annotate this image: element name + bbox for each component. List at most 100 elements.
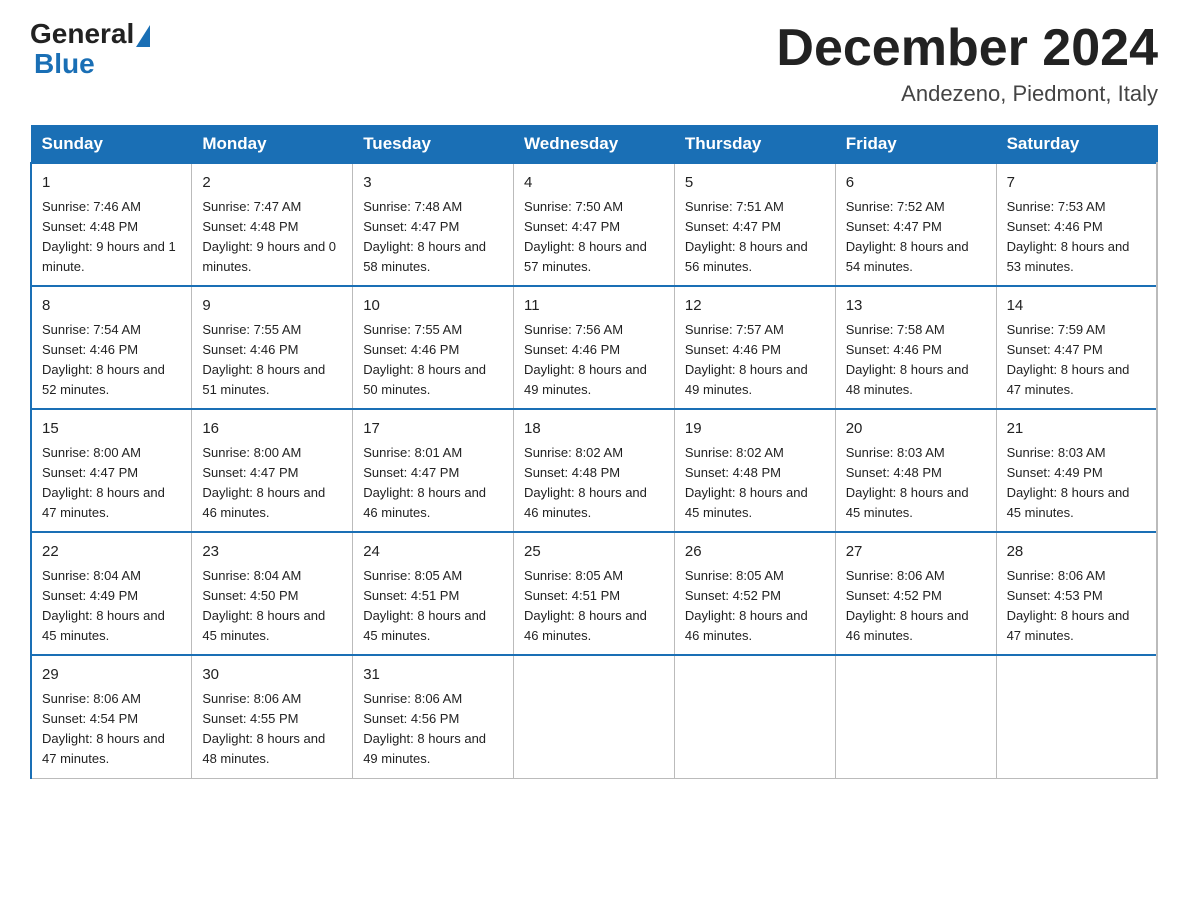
day-number: 23 — [202, 541, 342, 564]
weekday-header-saturday: Saturday — [996, 126, 1157, 164]
day-cell: 5Sunrise: 7:51 AMSunset: 4:47 PMDaylight… — [674, 163, 835, 286]
day-number: 13 — [846, 295, 986, 318]
day-cell: 9Sunrise: 7:55 AMSunset: 4:46 PMDaylight… — [192, 286, 353, 409]
day-cell — [835, 655, 996, 778]
logo-general-text: General — [30, 20, 134, 48]
day-cell: 11Sunrise: 7:56 AMSunset: 4:46 PMDayligh… — [514, 286, 675, 409]
header: General Blue December 2024 Andezeno, Pie… — [30, 20, 1158, 107]
day-cell — [514, 655, 675, 778]
weekday-header-tuesday: Tuesday — [353, 126, 514, 164]
day-info: Sunrise: 7:56 AMSunset: 4:46 PMDaylight:… — [524, 320, 664, 401]
day-number: 4 — [524, 172, 664, 195]
weekday-header-monday: Monday — [192, 126, 353, 164]
calendar-table: SundayMondayTuesdayWednesdayThursdayFrid… — [30, 125, 1158, 778]
day-info: Sunrise: 7:58 AMSunset: 4:46 PMDaylight:… — [846, 320, 986, 401]
month-title: December 2024 — [776, 20, 1158, 77]
day-cell: 29Sunrise: 8:06 AMSunset: 4:54 PMDayligh… — [31, 655, 192, 778]
day-number: 10 — [363, 295, 503, 318]
logo-triangle-icon — [136, 25, 150, 47]
day-cell: 28Sunrise: 8:06 AMSunset: 4:53 PMDayligh… — [996, 532, 1157, 655]
day-cell: 16Sunrise: 8:00 AMSunset: 4:47 PMDayligh… — [192, 409, 353, 532]
day-info: Sunrise: 8:05 AMSunset: 4:51 PMDaylight:… — [363, 566, 503, 647]
logo: General — [30, 20, 152, 48]
day-cell — [996, 655, 1157, 778]
day-cell: 31Sunrise: 8:06 AMSunset: 4:56 PMDayligh… — [353, 655, 514, 778]
day-number: 6 — [846, 172, 986, 195]
day-number: 16 — [202, 418, 342, 441]
week-row-5: 29Sunrise: 8:06 AMSunset: 4:54 PMDayligh… — [31, 655, 1157, 778]
day-info: Sunrise: 8:06 AMSunset: 4:55 PMDaylight:… — [202, 689, 342, 770]
day-cell: 13Sunrise: 7:58 AMSunset: 4:46 PMDayligh… — [835, 286, 996, 409]
day-info: Sunrise: 8:05 AMSunset: 4:51 PMDaylight:… — [524, 566, 664, 647]
day-cell: 8Sunrise: 7:54 AMSunset: 4:46 PMDaylight… — [31, 286, 192, 409]
day-number: 24 — [363, 541, 503, 564]
day-cell: 30Sunrise: 8:06 AMSunset: 4:55 PMDayligh… — [192, 655, 353, 778]
logo-area: General Blue — [30, 20, 152, 80]
day-info: Sunrise: 8:04 AMSunset: 4:49 PMDaylight:… — [42, 566, 181, 647]
weekday-header-sunday: Sunday — [31, 126, 192, 164]
location: Andezeno, Piedmont, Italy — [776, 81, 1158, 107]
day-number: 21 — [1007, 418, 1146, 441]
day-cell: 7Sunrise: 7:53 AMSunset: 4:46 PMDaylight… — [996, 163, 1157, 286]
day-number: 28 — [1007, 541, 1146, 564]
page: General Blue December 2024 Andezeno, Pie… — [0, 0, 1188, 799]
logo-blue-text: Blue — [34, 48, 95, 79]
day-number: 2 — [202, 172, 342, 195]
week-row-2: 8Sunrise: 7:54 AMSunset: 4:46 PMDaylight… — [31, 286, 1157, 409]
day-info: Sunrise: 7:53 AMSunset: 4:46 PMDaylight:… — [1007, 197, 1146, 278]
day-number: 30 — [202, 664, 342, 687]
day-cell: 1Sunrise: 7:46 AMSunset: 4:48 PMDaylight… — [31, 163, 192, 286]
day-cell: 21Sunrise: 8:03 AMSunset: 4:49 PMDayligh… — [996, 409, 1157, 532]
day-info: Sunrise: 8:06 AMSunset: 4:54 PMDaylight:… — [42, 689, 181, 770]
day-cell: 20Sunrise: 8:03 AMSunset: 4:48 PMDayligh… — [835, 409, 996, 532]
day-number: 12 — [685, 295, 825, 318]
day-info: Sunrise: 7:51 AMSunset: 4:47 PMDaylight:… — [685, 197, 825, 278]
weekday-header-friday: Friday — [835, 126, 996, 164]
title-area: December 2024 Andezeno, Piedmont, Italy — [776, 20, 1158, 107]
day-number: 15 — [42, 418, 181, 441]
week-row-4: 22Sunrise: 8:04 AMSunset: 4:49 PMDayligh… — [31, 532, 1157, 655]
day-number: 7 — [1007, 172, 1146, 195]
day-info: Sunrise: 7:59 AMSunset: 4:47 PMDaylight:… — [1007, 320, 1146, 401]
day-number: 22 — [42, 541, 181, 564]
day-info: Sunrise: 8:00 AMSunset: 4:47 PMDaylight:… — [42, 443, 181, 524]
week-row-1: 1Sunrise: 7:46 AMSunset: 4:48 PMDaylight… — [31, 163, 1157, 286]
day-cell: 14Sunrise: 7:59 AMSunset: 4:47 PMDayligh… — [996, 286, 1157, 409]
day-info: Sunrise: 8:06 AMSunset: 4:56 PMDaylight:… — [363, 689, 503, 770]
day-cell: 4Sunrise: 7:50 AMSunset: 4:47 PMDaylight… — [514, 163, 675, 286]
day-cell: 26Sunrise: 8:05 AMSunset: 4:52 PMDayligh… — [674, 532, 835, 655]
day-number: 3 — [363, 172, 503, 195]
day-info: Sunrise: 7:57 AMSunset: 4:46 PMDaylight:… — [685, 320, 825, 401]
day-number: 1 — [42, 172, 181, 195]
day-info: Sunrise: 8:03 AMSunset: 4:49 PMDaylight:… — [1007, 443, 1146, 524]
day-cell — [674, 655, 835, 778]
weekday-header-wednesday: Wednesday — [514, 126, 675, 164]
day-number: 5 — [685, 172, 825, 195]
day-info: Sunrise: 7:52 AMSunset: 4:47 PMDaylight:… — [846, 197, 986, 278]
day-info: Sunrise: 7:46 AMSunset: 4:48 PMDaylight:… — [42, 197, 181, 278]
day-number: 25 — [524, 541, 664, 564]
day-cell: 18Sunrise: 8:02 AMSunset: 4:48 PMDayligh… — [514, 409, 675, 532]
day-number: 18 — [524, 418, 664, 441]
day-cell: 6Sunrise: 7:52 AMSunset: 4:47 PMDaylight… — [835, 163, 996, 286]
day-cell: 23Sunrise: 8:04 AMSunset: 4:50 PMDayligh… — [192, 532, 353, 655]
weekday-header-thursday: Thursday — [674, 126, 835, 164]
day-number: 19 — [685, 418, 825, 441]
day-cell: 22Sunrise: 8:04 AMSunset: 4:49 PMDayligh… — [31, 532, 192, 655]
day-info: Sunrise: 8:00 AMSunset: 4:47 PMDaylight:… — [202, 443, 342, 524]
day-info: Sunrise: 7:54 AMSunset: 4:46 PMDaylight:… — [42, 320, 181, 401]
day-number: 20 — [846, 418, 986, 441]
day-cell: 2Sunrise: 7:47 AMSunset: 4:48 PMDaylight… — [192, 163, 353, 286]
week-row-3: 15Sunrise: 8:00 AMSunset: 4:47 PMDayligh… — [31, 409, 1157, 532]
day-cell: 24Sunrise: 8:05 AMSunset: 4:51 PMDayligh… — [353, 532, 514, 655]
day-info: Sunrise: 8:03 AMSunset: 4:48 PMDaylight:… — [846, 443, 986, 524]
day-info: Sunrise: 7:55 AMSunset: 4:46 PMDaylight:… — [202, 320, 342, 401]
weekday-header-row: SundayMondayTuesdayWednesdayThursdayFrid… — [31, 126, 1157, 164]
day-info: Sunrise: 8:06 AMSunset: 4:52 PMDaylight:… — [846, 566, 986, 647]
day-info: Sunrise: 7:55 AMSunset: 4:46 PMDaylight:… — [363, 320, 503, 401]
day-info: Sunrise: 8:02 AMSunset: 4:48 PMDaylight:… — [524, 443, 664, 524]
day-number: 31 — [363, 664, 503, 687]
day-info: Sunrise: 7:50 AMSunset: 4:47 PMDaylight:… — [524, 197, 664, 278]
day-cell: 3Sunrise: 7:48 AMSunset: 4:47 PMDaylight… — [353, 163, 514, 286]
day-cell: 17Sunrise: 8:01 AMSunset: 4:47 PMDayligh… — [353, 409, 514, 532]
